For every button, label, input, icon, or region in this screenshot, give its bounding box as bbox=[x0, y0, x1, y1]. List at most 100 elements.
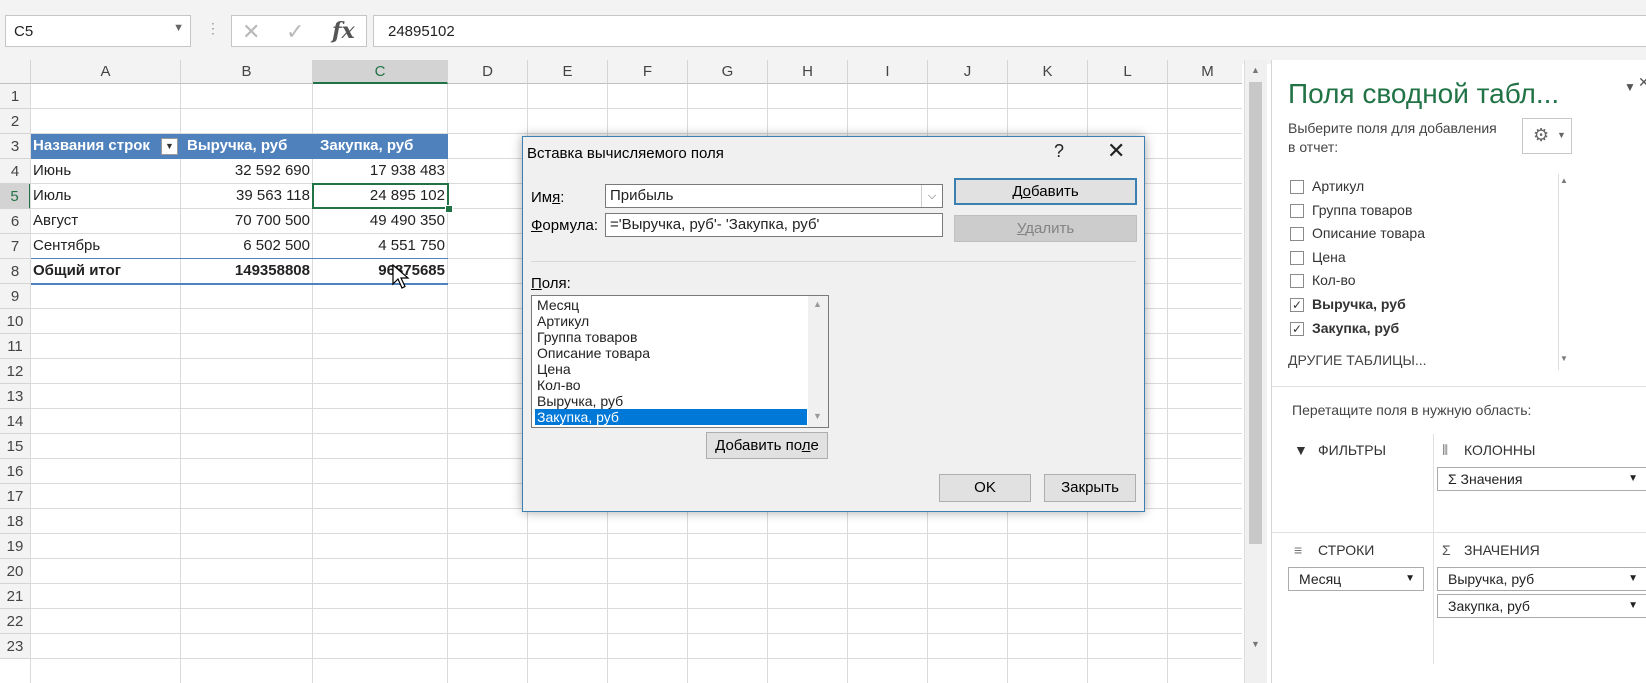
pane-options-icon[interactable]: ▼ bbox=[1624, 80, 1636, 94]
vertical-scrollbar[interactable]: ▲ ▼ bbox=[1244, 60, 1267, 683]
field-list-item[interactable]: Месяц bbox=[535, 297, 807, 313]
cancel-icon[interactable]: ✕ bbox=[242, 19, 260, 45]
field-list-item[interactable]: Кол-во bbox=[535, 377, 807, 393]
row-header[interactable]: 14 bbox=[0, 409, 31, 434]
pivot-purchase-value[interactable]: 17 938 483 bbox=[313, 159, 445, 183]
row-header[interactable]: 7 bbox=[0, 234, 31, 259]
pivot-total-purchase[interactable]: 96875685 bbox=[313, 259, 445, 283]
values-field-revenue[interactable]: Выручка, руб ▼ bbox=[1437, 567, 1646, 591]
row-header[interactable]: 21 bbox=[0, 584, 31, 609]
formula-field[interactable]: ='Выручка, руб'- 'Закупка, руб' bbox=[605, 213, 943, 237]
chevron-down-icon[interactable]: ▼ bbox=[173, 22, 184, 34]
field-checkbox[interactable] bbox=[1290, 203, 1304, 218]
column-header[interactable]: B bbox=[181, 60, 313, 84]
pivot-row-label[interactable]: Август bbox=[33, 209, 78, 233]
field-checkbox-label[interactable]: Артикул bbox=[1312, 178, 1364, 194]
field-checkbox-label[interactable]: Закупка, руб bbox=[1312, 320, 1399, 336]
field-list-item[interactable]: Группа товаров bbox=[535, 329, 807, 345]
field-checkbox-label[interactable]: Кол-во bbox=[1312, 272, 1356, 288]
row-header[interactable]: 9 bbox=[0, 284, 31, 309]
scroll-up-icon[interactable]: ▲ bbox=[813, 299, 822, 309]
column-header[interactable]: I bbox=[848, 60, 928, 84]
field-checkbox[interactable]: ✓ bbox=[1290, 321, 1304, 336]
scroll-down-icon[interactable]: ▼ bbox=[1560, 354, 1568, 363]
row-header[interactable]: 12 bbox=[0, 359, 31, 384]
column-header[interactable]: A bbox=[31, 60, 181, 84]
chevron-down-icon[interactable]: ▼ bbox=[1628, 568, 1638, 590]
chevron-down-icon[interactable]: ▼ bbox=[1405, 568, 1415, 590]
column-header[interactable]: K bbox=[1008, 60, 1088, 84]
row-header[interactable]: 4 bbox=[0, 159, 31, 184]
row-header[interactable]: 6 bbox=[0, 209, 31, 234]
field-list-item[interactable]: Артикул bbox=[535, 313, 807, 329]
enter-icon[interactable]: ✓ bbox=[286, 19, 304, 45]
more-options-icon[interactable]: ⋮ bbox=[206, 20, 220, 37]
add-button[interactable]: Добавить bbox=[954, 178, 1137, 205]
field-list-item[interactable]: Закупка, руб bbox=[535, 409, 807, 425]
chevron-down-icon[interactable]: ▼ bbox=[1628, 468, 1638, 490]
row-header[interactable]: 5 bbox=[0, 184, 31, 209]
scroll-up-icon[interactable]: ▲ bbox=[1247, 62, 1264, 79]
row-header[interactable]: 22 bbox=[0, 609, 31, 634]
select-all-corner[interactable] bbox=[0, 60, 31, 84]
help-icon[interactable]: ? bbox=[1054, 141, 1064, 162]
column-header[interactable]: J bbox=[928, 60, 1008, 84]
name-box[interactable]: C5 ▼ bbox=[5, 15, 191, 47]
field-checkbox[interactable] bbox=[1290, 180, 1304, 194]
row-header[interactable]: 8 bbox=[0, 259, 31, 284]
field-checkbox[interactable] bbox=[1290, 274, 1304, 289]
pane-settings-button[interactable]: ⚙ ▼ bbox=[1522, 118, 1572, 154]
row-header[interactable]: 3 bbox=[0, 134, 31, 159]
column-header[interactable]: F bbox=[608, 60, 688, 84]
name-combobox[interactable]: Прибыль ⌵ bbox=[605, 184, 943, 208]
column-header[interactable]: E bbox=[528, 60, 608, 84]
field-checkbox-label[interactable]: Группа товаров bbox=[1312, 202, 1412, 218]
field-checkbox[interactable] bbox=[1290, 250, 1304, 265]
row-header[interactable]: 17 bbox=[0, 484, 31, 509]
row-header[interactable]: 10 bbox=[0, 309, 31, 334]
close-button[interactable]: Закрыть bbox=[1044, 474, 1136, 502]
values-field-purchase[interactable]: Закупка, руб ▼ bbox=[1437, 594, 1646, 618]
filter-dropdown-icon[interactable]: ▼ bbox=[161, 138, 178, 155]
column-header[interactable]: C bbox=[313, 60, 448, 84]
pivot-row-label[interactable]: Сентябрь bbox=[33, 234, 100, 258]
delete-button[interactable]: Удалить bbox=[954, 215, 1137, 242]
pivot-revenue-value[interactable]: 6 502 500 bbox=[181, 234, 310, 258]
fields-scrollbar[interactable]: ▲ ▼ bbox=[1558, 174, 1571, 370]
other-tables-link[interactable]: ДРУГИЕ ТАБЛИЦЫ... bbox=[1288, 352, 1427, 368]
field-checkbox-label[interactable]: Цена bbox=[1312, 249, 1346, 265]
row-header[interactable]: 19 bbox=[0, 534, 31, 559]
chevron-down-icon[interactable]: ⌵ bbox=[921, 185, 942, 207]
pivot-total-revenue[interactable]: 149358808 bbox=[181, 259, 310, 283]
row-header[interactable]: 1 bbox=[0, 84, 31, 109]
row-header[interactable]: 23 bbox=[0, 634, 31, 659]
pivot-row-label[interactable]: Июль bbox=[33, 184, 71, 208]
pivot-total-label[interactable]: Общий итог bbox=[33, 259, 121, 283]
row-header[interactable]: 20 bbox=[0, 559, 31, 584]
field-checkbox[interactable]: ✓ bbox=[1290, 298, 1304, 312]
rows-field-month[interactable]: Месяц ▼ bbox=[1288, 567, 1424, 591]
pivot-purchase-value[interactable]: 4 551 750 bbox=[313, 234, 445, 258]
column-header[interactable]: M bbox=[1168, 60, 1242, 84]
scroll-up-icon[interactable]: ▲ bbox=[1560, 176, 1568, 185]
field-list-item[interactable]: Цена bbox=[535, 361, 807, 377]
scroll-down-icon[interactable]: ▼ bbox=[1247, 636, 1264, 653]
fill-handle[interactable] bbox=[445, 205, 453, 213]
pivot-purchase-value[interactable]: 49 490 350 bbox=[313, 209, 445, 233]
pivot-row-label[interactable]: Июнь bbox=[33, 159, 71, 183]
add-field-button[interactable]: Добавить поле bbox=[706, 432, 828, 459]
pivot-revenue-value[interactable]: 32 592 690 bbox=[181, 159, 310, 183]
field-checkbox-label[interactable]: Описание товара bbox=[1312, 225, 1425, 241]
pivot-revenue-value[interactable]: 39 563 118 bbox=[181, 184, 310, 208]
scroll-down-icon[interactable]: ▼ bbox=[813, 411, 822, 421]
formula-input[interactable]: 24895102 bbox=[373, 15, 1646, 47]
pivot-revenue-value[interactable]: 70 700 500 bbox=[181, 209, 310, 233]
row-header[interactable]: 11 bbox=[0, 334, 31, 359]
row-header[interactable]: 13 bbox=[0, 384, 31, 409]
row-header[interactable]: 15 bbox=[0, 434, 31, 459]
fx-icon[interactable]: fx bbox=[332, 18, 355, 44]
ok-button[interactable]: OK bbox=[939, 474, 1031, 502]
close-pane-icon[interactable]: ✕ bbox=[1638, 74, 1646, 91]
column-header[interactable]: L bbox=[1088, 60, 1168, 84]
close-icon[interactable]: ✕ bbox=[1107, 138, 1125, 164]
